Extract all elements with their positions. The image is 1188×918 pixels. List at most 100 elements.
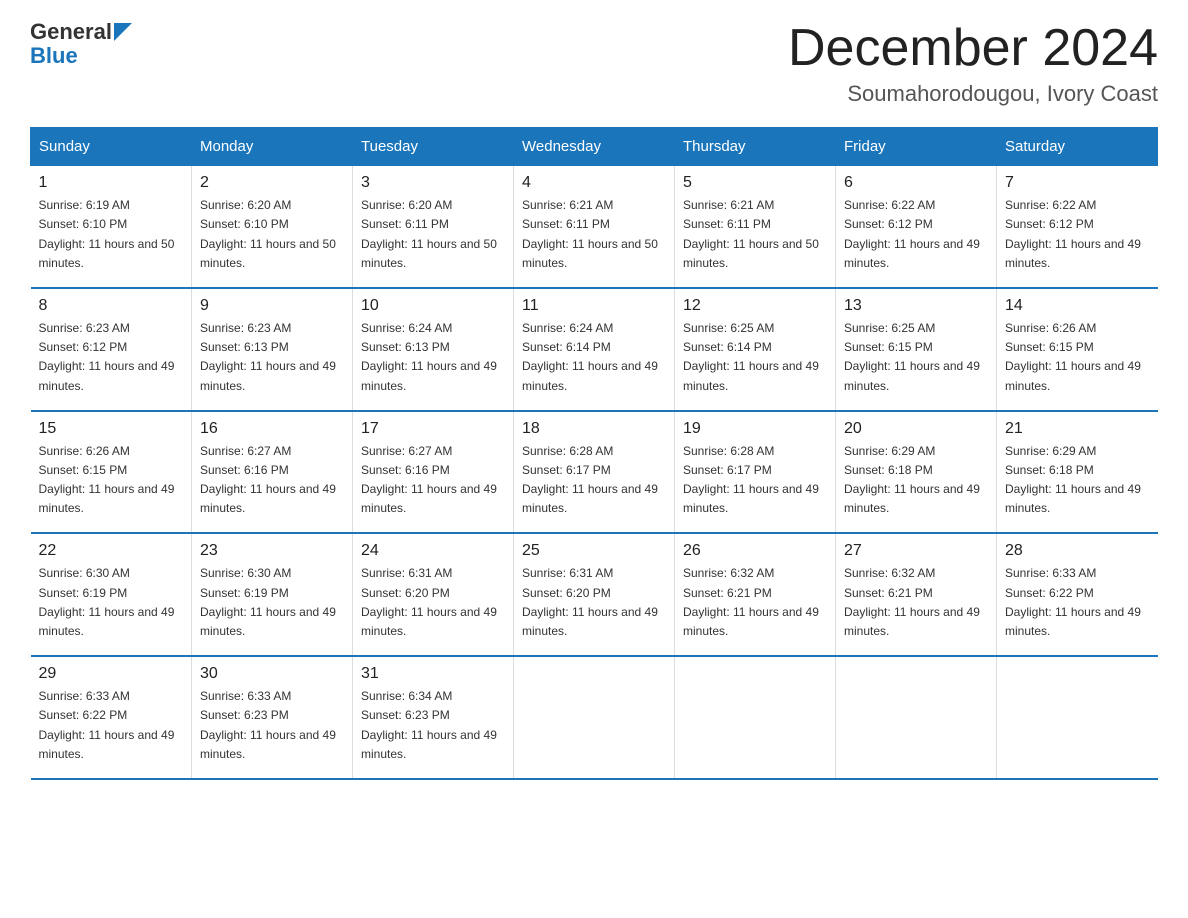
calendar-cell: 8 Sunrise: 6:23 AMSunset: 6:12 PMDaylight… bbox=[31, 288, 192, 411]
calendar-week-row: 22 Sunrise: 6:30 AMSunset: 6:19 PMDayligh… bbox=[31, 533, 1158, 656]
day-number: 20 bbox=[844, 420, 988, 438]
day-info: Sunrise: 6:31 AMSunset: 6:20 PMDaylight:… bbox=[522, 564, 666, 641]
calendar-cell: 9 Sunrise: 6:23 AMSunset: 6:13 PMDaylight… bbox=[192, 288, 353, 411]
day-number: 7 bbox=[1005, 174, 1150, 192]
day-info: Sunrise: 6:34 AMSunset: 6:23 PMDaylight:… bbox=[361, 687, 505, 764]
day-number: 30 bbox=[200, 665, 344, 683]
column-header-friday: Friday bbox=[836, 128, 997, 166]
day-info: Sunrise: 6:22 AMSunset: 6:12 PMDaylight:… bbox=[1005, 196, 1150, 273]
calendar-cell: 7 Sunrise: 6:22 AMSunset: 6:12 PMDaylight… bbox=[997, 166, 1158, 288]
day-number: 16 bbox=[200, 420, 344, 438]
calendar-cell: 15 Sunrise: 6:26 AMSunset: 6:15 PMDayligh… bbox=[31, 411, 192, 534]
calendar-title: December 2024 bbox=[788, 20, 1158, 77]
day-info: Sunrise: 6:27 AMSunset: 6:16 PMDaylight:… bbox=[361, 442, 505, 519]
calendar-cell: 22 Sunrise: 6:30 AMSunset: 6:19 PMDayligh… bbox=[31, 533, 192, 656]
day-number: 6 bbox=[844, 174, 988, 192]
day-info: Sunrise: 6:21 AMSunset: 6:11 PMDaylight:… bbox=[522, 196, 666, 273]
day-info: Sunrise: 6:29 AMSunset: 6:18 PMDaylight:… bbox=[1005, 442, 1150, 519]
day-number: 5 bbox=[683, 174, 827, 192]
calendar-cell: 17Sunrise: 6:27 AMSunset: 6:16 PMDayligh… bbox=[353, 411, 514, 534]
day-number: 3 bbox=[361, 174, 505, 192]
day-number: 14 bbox=[1005, 297, 1150, 315]
calendar-cell: 19 Sunrise: 6:28 AMSunset: 6:17 PMDayligh… bbox=[675, 411, 836, 534]
day-info: Sunrise: 6:33 AMSunset: 6:22 PMDaylight:… bbox=[1005, 564, 1150, 641]
day-number: 10 bbox=[361, 297, 505, 315]
day-info: Sunrise: 6:25 AMSunset: 6:14 PMDaylight:… bbox=[683, 319, 827, 396]
day-info: Sunrise: 6:32 AMSunset: 6:21 PMDaylight:… bbox=[844, 564, 988, 641]
day-info: Sunrise: 6:32 AMSunset: 6:21 PMDaylight:… bbox=[683, 564, 827, 641]
calendar-cell: 31 Sunrise: 6:34 AMSunset: 6:23 PMDayligh… bbox=[353, 656, 514, 779]
calendar-cell: 27 Sunrise: 6:32 AMSunset: 6:21 PMDayligh… bbox=[836, 533, 997, 656]
calendar-cell: 6 Sunrise: 6:22 AMSunset: 6:12 PMDaylight… bbox=[836, 166, 997, 288]
calendar-cell bbox=[514, 656, 675, 779]
day-number: 19 bbox=[683, 420, 827, 438]
calendar-cell bbox=[836, 656, 997, 779]
day-info: Sunrise: 6:25 AMSunset: 6:15 PMDaylight:… bbox=[844, 319, 988, 396]
title-section: December 2024 Soumahorodougou, Ivory Coa… bbox=[788, 20, 1158, 107]
day-number: 11 bbox=[522, 297, 666, 315]
column-header-wednesday: Wednesday bbox=[514, 128, 675, 166]
day-info: Sunrise: 6:23 AMSunset: 6:13 PMDaylight:… bbox=[200, 319, 344, 396]
calendar-week-row: 1Sunrise: 6:19 AMSunset: 6:10 PMDaylight… bbox=[31, 166, 1158, 288]
day-number: 21 bbox=[1005, 420, 1150, 438]
day-info: Sunrise: 6:28 AMSunset: 6:17 PMDaylight:… bbox=[683, 442, 827, 519]
day-info: Sunrise: 6:33 AMSunset: 6:22 PMDaylight:… bbox=[39, 687, 184, 764]
calendar-cell: 12Sunrise: 6:25 AMSunset: 6:14 PMDayligh… bbox=[675, 288, 836, 411]
calendar-cell: 14Sunrise: 6:26 AMSunset: 6:15 PMDayligh… bbox=[997, 288, 1158, 411]
page-header: General Blue December 2024 Soumahorodoug… bbox=[30, 20, 1158, 107]
day-number: 31 bbox=[361, 665, 505, 683]
day-info: Sunrise: 6:28 AMSunset: 6:17 PMDaylight:… bbox=[522, 442, 666, 519]
logo: General Blue bbox=[30, 20, 132, 68]
day-info: Sunrise: 6:20 AMSunset: 6:11 PMDaylight:… bbox=[361, 196, 505, 273]
day-number: 29 bbox=[39, 665, 184, 683]
day-number: 4 bbox=[522, 174, 666, 192]
day-number: 2 bbox=[200, 174, 344, 192]
day-info: Sunrise: 6:20 AMSunset: 6:10 PMDaylight:… bbox=[200, 196, 344, 273]
calendar-cell: 20Sunrise: 6:29 AMSunset: 6:18 PMDayligh… bbox=[836, 411, 997, 534]
calendar-cell: 18Sunrise: 6:28 AMSunset: 6:17 PMDayligh… bbox=[514, 411, 675, 534]
day-number: 22 bbox=[39, 542, 184, 560]
day-info: Sunrise: 6:21 AMSunset: 6:11 PMDaylight:… bbox=[683, 196, 827, 273]
day-info: Sunrise: 6:33 AMSunset: 6:23 PMDaylight:… bbox=[200, 687, 344, 764]
day-info: Sunrise: 6:22 AMSunset: 6:12 PMDaylight:… bbox=[844, 196, 988, 273]
calendar-cell: 13 Sunrise: 6:25 AMSunset: 6:15 PMDayligh… bbox=[836, 288, 997, 411]
day-info: Sunrise: 6:24 AMSunset: 6:14 PMDaylight:… bbox=[522, 319, 666, 396]
day-number: 24 bbox=[361, 542, 505, 560]
day-number: 25 bbox=[522, 542, 666, 560]
calendar-cell: 2 Sunrise: 6:20 AMSunset: 6:10 PMDaylight… bbox=[192, 166, 353, 288]
day-info: Sunrise: 6:26 AMSunset: 6:15 PMDaylight:… bbox=[39, 442, 184, 519]
calendar-cell: 30 Sunrise: 6:33 AMSunset: 6:23 PMDayligh… bbox=[192, 656, 353, 779]
calendar-cell: 16 Sunrise: 6:27 AMSunset: 6:16 PMDayligh… bbox=[192, 411, 353, 534]
day-info: Sunrise: 6:23 AMSunset: 6:12 PMDaylight:… bbox=[39, 319, 184, 396]
calendar-cell: 10 Sunrise: 6:24 AMSunset: 6:13 PMDayligh… bbox=[353, 288, 514, 411]
calendar-week-row: 15 Sunrise: 6:26 AMSunset: 6:15 PMDayligh… bbox=[31, 411, 1158, 534]
calendar-cell: 24 Sunrise: 6:31 AMSunset: 6:20 PMDayligh… bbox=[353, 533, 514, 656]
calendar-cell: 23 Sunrise: 6:30 AMSunset: 6:19 PMDayligh… bbox=[192, 533, 353, 656]
calendar-cell: 28Sunrise: 6:33 AMSunset: 6:22 PMDayligh… bbox=[997, 533, 1158, 656]
logo-text-blue: Blue bbox=[30, 43, 78, 68]
calendar-cell: 4 Sunrise: 6:21 AMSunset: 6:11 PMDaylight… bbox=[514, 166, 675, 288]
day-info: Sunrise: 6:30 AMSunset: 6:19 PMDaylight:… bbox=[200, 564, 344, 641]
day-info: Sunrise: 6:31 AMSunset: 6:20 PMDaylight:… bbox=[361, 564, 505, 641]
calendar-cell: 21 Sunrise: 6:29 AMSunset: 6:18 PMDayligh… bbox=[997, 411, 1158, 534]
calendar-week-row: 8 Sunrise: 6:23 AMSunset: 6:12 PMDaylight… bbox=[31, 288, 1158, 411]
calendar-cell: 3 Sunrise: 6:20 AMSunset: 6:11 PMDaylight… bbox=[353, 166, 514, 288]
column-header-tuesday: Tuesday bbox=[353, 128, 514, 166]
day-info: Sunrise: 6:24 AMSunset: 6:13 PMDaylight:… bbox=[361, 319, 505, 396]
day-number: 23 bbox=[200, 542, 344, 560]
day-info: Sunrise: 6:30 AMSunset: 6:19 PMDaylight:… bbox=[39, 564, 184, 641]
calendar-table: SundayMondayTuesdayWednesdayThursdayFrid… bbox=[30, 127, 1158, 780]
calendar-cell: 26Sunrise: 6:32 AMSunset: 6:21 PMDayligh… bbox=[675, 533, 836, 656]
calendar-cell: 25 Sunrise: 6:31 AMSunset: 6:20 PMDayligh… bbox=[514, 533, 675, 656]
calendar-header-row: SundayMondayTuesdayWednesdayThursdayFrid… bbox=[31, 128, 1158, 166]
column-header-monday: Monday bbox=[192, 128, 353, 166]
day-number: 8 bbox=[39, 297, 184, 315]
day-info: Sunrise: 6:27 AMSunset: 6:16 PMDaylight:… bbox=[200, 442, 344, 519]
day-number: 27 bbox=[844, 542, 988, 560]
day-number: 15 bbox=[39, 420, 184, 438]
calendar-subtitle: Soumahorodougou, Ivory Coast bbox=[788, 81, 1158, 107]
day-number: 13 bbox=[844, 297, 988, 315]
calendar-week-row: 29 Sunrise: 6:33 AMSunset: 6:22 PMDayligh… bbox=[31, 656, 1158, 779]
logo-text-general: General bbox=[30, 20, 112, 44]
day-number: 9 bbox=[200, 297, 344, 315]
